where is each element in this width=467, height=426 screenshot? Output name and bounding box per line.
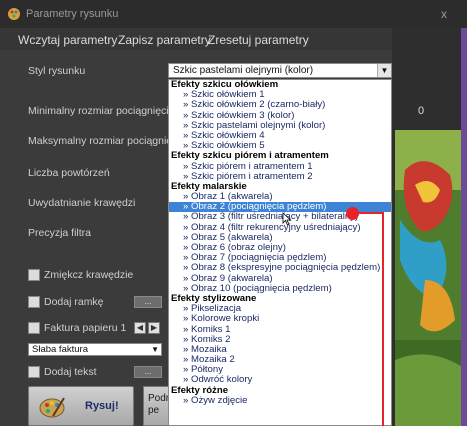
label-dodaj-tekst: Dodaj tekst bbox=[44, 366, 97, 378]
label-styl-rysunku: Styl rysunku bbox=[28, 65, 86, 77]
arrow-right-icon[interactable]: ▶ bbox=[148, 322, 160, 334]
podglad-label-line1: Podr bbox=[148, 393, 170, 404]
label-faktura-papieru: Faktura papieru 1 bbox=[44, 322, 127, 334]
palette-icon bbox=[39, 397, 65, 418]
label-max-rozmiar: Maksymalny rozmiar pociągnię bbox=[28, 135, 173, 147]
app-icon bbox=[8, 8, 20, 20]
preview-image bbox=[395, 130, 467, 426]
parametry-rysunku-dialog: Parametry rysunku x Wczytaj parametry Za… bbox=[0, 0, 467, 426]
styl-rysunku-select-value: Szkic pastelami olejnymi (kolor) bbox=[173, 65, 314, 76]
podglad-label-line2: pe bbox=[148, 405, 160, 416]
styl-rysunku-dropdown-list: Efekty szkicu ołówkiem» Szkic ołówkiem 1… bbox=[168, 79, 392, 426]
cursor-icon bbox=[282, 212, 292, 226]
dropdown-arrow-icon[interactable]: ▼ bbox=[377, 64, 391, 77]
rysuj-label: Rysuj! bbox=[85, 400, 119, 412]
title-bar: Parametry rysunku x bbox=[0, 0, 467, 28]
styl-rysunku-select[interactable]: Szkic pastelami olejnymi (kolor) ▼ bbox=[168, 63, 392, 78]
dodaj-ramke-checkbox[interactable] bbox=[28, 296, 40, 308]
dropdown-option[interactable]: » Ożyw zdjęcie bbox=[169, 395, 391, 406]
window-title: Parametry rysunku bbox=[26, 8, 119, 20]
rysuj-button[interactable]: Rysuj! bbox=[28, 386, 134, 426]
faktura-select[interactable]: Słaba faktura ▼ bbox=[28, 343, 162, 356]
menu-zapisz-parametry[interactable]: Zapisz parametry bbox=[118, 33, 211, 47]
label-liczba-powtorzen: Liczba powtórzeń bbox=[28, 167, 110, 179]
image-preview bbox=[395, 130, 467, 426]
menu-wczytaj-parametry[interactable]: Wczytaj parametry bbox=[18, 33, 117, 47]
ramka-options-button[interactable]: ... bbox=[134, 296, 162, 308]
dropdown-arrow-icon: ▼ bbox=[151, 345, 159, 354]
dropdown-group-header: Efekty szkicu piórem i atramentem bbox=[171, 150, 329, 162]
tekst-options-button[interactable]: ... bbox=[134, 366, 162, 378]
label-uwydatnianie-krawedzi: Uwydatnianie krawędzi bbox=[28, 197, 136, 209]
label-zmiekcz-krawedzie: Zmiękcz krawędzie bbox=[44, 269, 134, 281]
min-rozmiar-value: 0 bbox=[418, 105, 425, 117]
dodaj-tekst-checkbox[interactable] bbox=[28, 366, 40, 378]
menu-zresetuj-parametry[interactable]: Zresetuj parametry bbox=[208, 33, 309, 47]
background-edge bbox=[461, 28, 467, 426]
annotation-line bbox=[358, 212, 383, 214]
faktura-select-value: Słaba faktura bbox=[32, 344, 88, 355]
zmiekcz-krawedzie-checkbox[interactable] bbox=[28, 269, 40, 281]
label-dodaj-ramke: Dodaj ramkę bbox=[44, 296, 104, 308]
dropdown-option[interactable]: » Kolorowe kropki bbox=[169, 314, 391, 324]
label-precyzja-filtra: Precyzja filtra bbox=[28, 227, 92, 239]
close-icon[interactable]: x bbox=[441, 7, 447, 21]
annotation-line bbox=[382, 212, 384, 426]
label-min-rozmiar: Minimalny rozmiar pociągnięci bbox=[28, 105, 169, 117]
faktura-papieru-checkbox[interactable] bbox=[28, 322, 40, 334]
arrow-left-icon[interactable]: ◀ bbox=[134, 322, 146, 334]
